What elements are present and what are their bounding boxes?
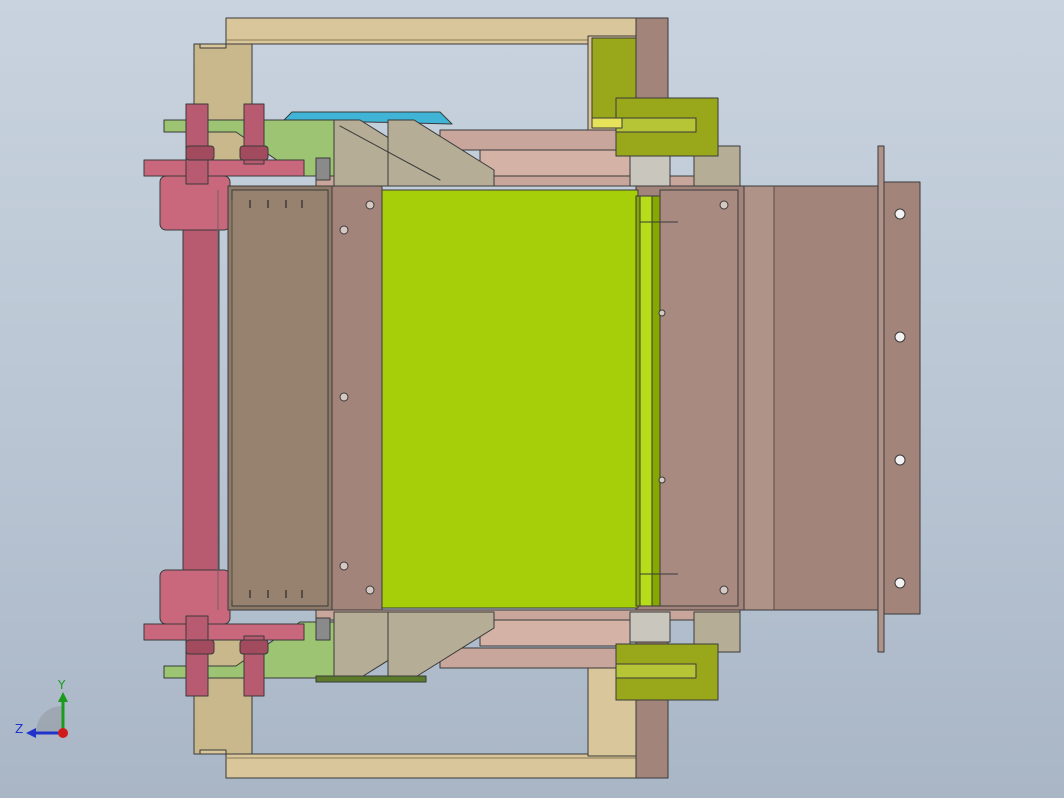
flange-hole xyxy=(894,577,906,589)
left-flange-strip xyxy=(331,185,383,611)
lime-cover-panel[interactable] xyxy=(381,189,639,609)
panel-bolt xyxy=(365,585,375,595)
upper-pink-hub xyxy=(143,159,305,177)
panel-bolt xyxy=(658,476,666,484)
panel-bolt xyxy=(339,225,349,235)
lower-roller xyxy=(629,611,671,643)
panel-bolt xyxy=(658,309,666,317)
panel-bolt xyxy=(339,561,349,571)
flange-hole xyxy=(894,208,906,220)
lower-pink-hub xyxy=(143,623,305,641)
outlet-flange xyxy=(877,145,885,653)
cad-viewport[interactable] xyxy=(0,0,1064,798)
z-axis-label: Z xyxy=(15,722,24,736)
flange-hole xyxy=(894,331,906,343)
y-axis-label: Y xyxy=(58,678,66,692)
panel-bolt xyxy=(339,392,349,402)
panel-bolt xyxy=(719,585,729,595)
panel-bolt xyxy=(365,200,375,210)
upper-roller xyxy=(629,155,671,187)
panel-bolt xyxy=(719,200,729,210)
flange-hole xyxy=(894,454,906,466)
